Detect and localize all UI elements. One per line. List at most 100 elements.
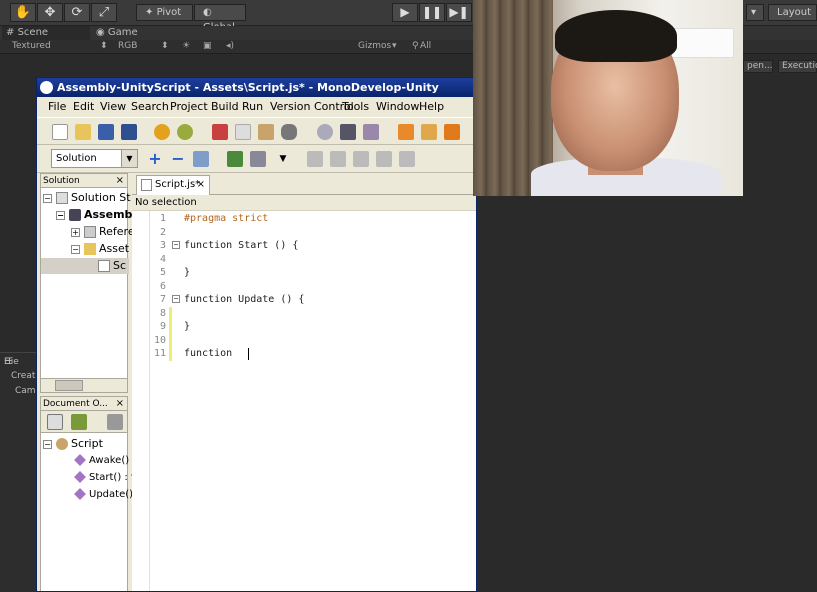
open-editor-button[interactable]: pen... [743, 60, 773, 73]
undo-icon[interactable] [154, 124, 170, 140]
hierarchy-create[interactable]: Creat [11, 371, 35, 381]
collapse-icon[interactable]: − [43, 193, 52, 203]
scrollbar-thumb[interactable] [55, 380, 83, 391]
menu-tools[interactable]: Tools [342, 100, 369, 113]
collapse-icon[interactable]: − [43, 439, 52, 449]
window-title-bar[interactable]: Assembly-UnityScript - Assets\Script.js*… [37, 78, 476, 97]
outline-settings-icon[interactable] [107, 414, 123, 430]
collapse-icon[interactable]: − [71, 244, 80, 254]
scene-image-icon[interactable]: ▣ [203, 41, 212, 51]
code-line[interactable]: function Update () { [184, 293, 304, 307]
scene-search-input[interactable]: All [420, 41, 431, 51]
uncomment-icon[interactable] [376, 151, 392, 167]
cut-icon[interactable] [212, 124, 228, 140]
configuration-select[interactable]: Solution ▼ [51, 149, 138, 168]
code-line[interactable]: function [184, 347, 238, 361]
menu-build[interactable]: Build [211, 100, 239, 113]
code-line[interactable]: } [184, 320, 190, 334]
sort-alpha-icon[interactable] [71, 414, 87, 430]
tree-item-solution[interactable]: − Solution St [43, 190, 131, 206]
rebuild-icon[interactable] [421, 124, 437, 140]
tab-game[interactable]: ◉ Game [92, 26, 152, 40]
code-line[interactable]: } [184, 266, 190, 280]
tab-script-js[interactable]: Script.js* × [136, 175, 210, 195]
pivot-toggle[interactable]: ✦ Pivot [136, 4, 193, 21]
close-icon[interactable]: × [116, 397, 124, 411]
tree-item-assets[interactable]: − Asset [71, 241, 129, 257]
menu-project[interactable]: Project [170, 100, 208, 113]
webcam-hair [555, 10, 677, 62]
menu-file[interactable]: File [48, 100, 66, 113]
gizmos-dropdown[interactable]: Gizmos [358, 41, 391, 51]
fold-toggle-icon[interactable]: − [172, 295, 180, 303]
step-over-icon[interactable] [227, 151, 243, 167]
find-icon[interactable] [317, 124, 333, 140]
tree-item-script[interactable]: Sc [41, 258, 129, 274]
remove-icon[interactable]: − [170, 151, 186, 167]
find-in-files-icon[interactable] [340, 124, 356, 140]
rotate-tool-icon[interactable]: ⟳ [64, 3, 90, 22]
add-icon[interactable]: + [147, 151, 163, 167]
color-mode-dropdown[interactable]: RGB [118, 41, 137, 51]
outline-item-update[interactable]: Update() : [74, 487, 140, 503]
code-area[interactable]: 1 2 3 4 5 6 7 8 9 10 11 − − #pragma stri… [132, 211, 476, 591]
shading-mode-dropdown[interactable]: Textured [12, 41, 51, 51]
delete-icon[interactable] [281, 124, 297, 140]
close-tab-icon[interactable]: × [197, 176, 205, 194]
redo-icon[interactable] [177, 124, 193, 140]
comment-icon[interactable] [353, 151, 369, 167]
code-line[interactable]: function Start () { [184, 239, 298, 253]
save-all-icon[interactable] [121, 124, 137, 140]
toolbar-dropdown-icon[interactable]: ▼ [275, 151, 291, 167]
outline-toolbar [41, 411, 127, 433]
solution-horizontal-scrollbar[interactable] [41, 378, 127, 392]
run-icon[interactable] [444, 124, 460, 140]
global-toggle[interactable]: ◐ Global [194, 4, 246, 33]
paste-icon[interactable] [258, 124, 274, 140]
execution-button[interactable]: Executio [778, 60, 817, 73]
scene-lighting-icon[interactable]: ☀ [182, 41, 190, 51]
expand-icon[interactable]: + [71, 227, 80, 237]
new-file-icon[interactable] [52, 124, 68, 140]
webcam-air-conditioner [670, 28, 734, 58]
indent-icon[interactable] [307, 151, 323, 167]
menu-view[interactable]: View [100, 100, 126, 113]
toggle-icon[interactable] [193, 151, 209, 167]
layers-dropdown[interactable]: ▾ [746, 4, 764, 21]
build-icon[interactable] [398, 124, 414, 140]
menu-window[interactable]: Window [376, 100, 419, 113]
outline-view-icon[interactable] [47, 414, 63, 430]
line-number: 5 [159, 267, 166, 278]
menu-edit[interactable]: Edit [73, 100, 94, 113]
code-line[interactable]: #pragma strict [184, 212, 268, 226]
hand-tool-icon[interactable]: ✋ [10, 3, 36, 22]
save-icon[interactable] [98, 124, 114, 140]
layout-dropdown[interactable]: Layout [768, 4, 817, 21]
tree-item-references[interactable]: + Refere [71, 224, 135, 240]
play-button[interactable]: ▶ [392, 3, 418, 22]
copy-icon[interactable] [235, 124, 251, 140]
tab-scene[interactable]: # Scene [2, 26, 90, 40]
close-icon[interactable]: × [116, 174, 124, 188]
format-icon[interactable] [399, 151, 415, 167]
step-into-icon[interactable] [250, 151, 266, 167]
move-tool-icon[interactable]: ✥ [37, 3, 63, 22]
solution-icon [56, 192, 68, 204]
outline-item-script[interactable]: − Script [43, 436, 103, 452]
replace-icon[interactable] [363, 124, 379, 140]
collapse-icon[interactable]: − [56, 210, 65, 220]
step-button[interactable]: ▶❚ [446, 3, 472, 22]
line-number: 8 [159, 307, 166, 319]
pause-button[interactable]: ❚❚ [419, 3, 445, 22]
fold-toggle-icon[interactable]: − [172, 241, 180, 249]
hierarchy-item-camera[interactable]: Cam [15, 386, 36, 396]
modified-line-marker [169, 333, 172, 347]
menu-search[interactable]: Search [131, 100, 169, 113]
menu-run[interactable]: Run [242, 100, 263, 113]
unindent-icon[interactable] [330, 151, 346, 167]
scene-audio-icon[interactable]: ◂) [226, 41, 234, 51]
open-folder-icon[interactable] [75, 124, 91, 140]
menu-help[interactable]: Help [419, 100, 444, 113]
scale-tool-icon[interactable]: ⤢ [91, 3, 117, 22]
tree-item-assembly[interactable]: − Assemb [56, 207, 132, 223]
